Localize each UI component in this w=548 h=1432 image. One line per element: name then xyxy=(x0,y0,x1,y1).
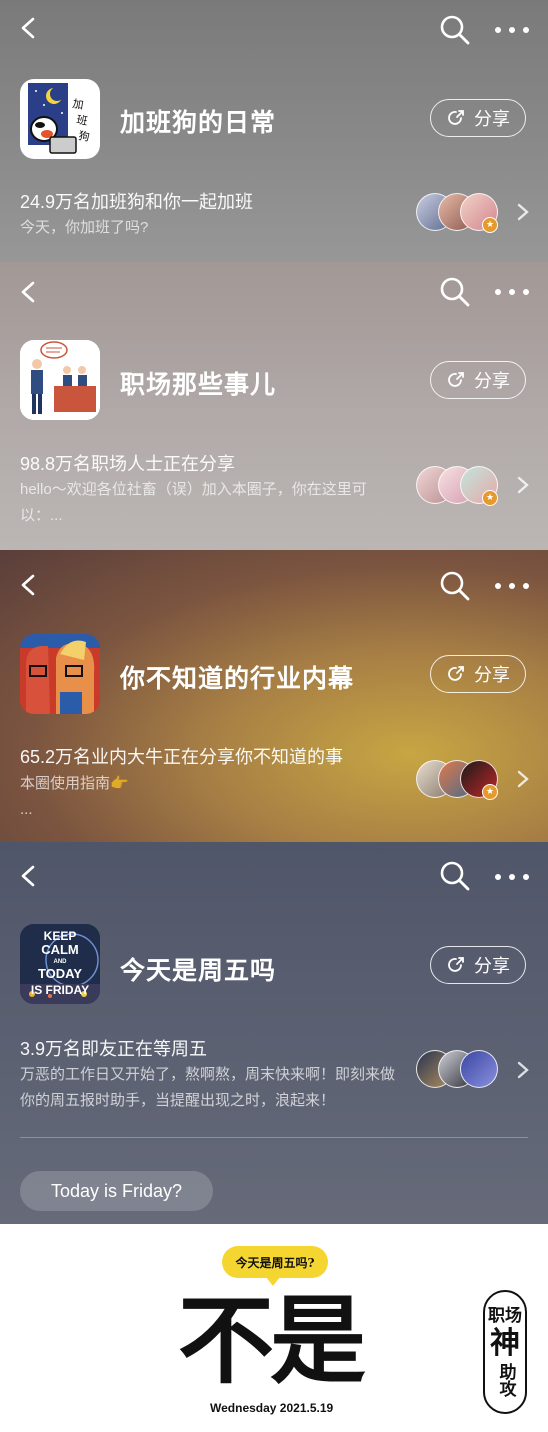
group-header-4: KEEP CALM AND TODAY IS FRIDAY 今天是周五吗 分享 … xyxy=(0,842,548,1224)
group-title: 职场那些事儿 xyxy=(120,371,277,399)
share-button[interactable]: 分享 xyxy=(430,361,526,399)
keep-calm-logo: KEEP CALM AND TODAY IS FRIDAY xyxy=(20,924,100,1004)
member-stat: 24.9万名加班狗和你一起加班 xyxy=(20,192,254,212)
logo-text-today: TODAY xyxy=(38,966,82,981)
share-button[interactable]: 分享 xyxy=(430,655,526,693)
group-header-2: 职场那些事儿 分享 98.8万名职场人士正在分享 hello～欢迎各位社畜（误）… xyxy=(0,262,548,550)
brand-stamp: 职场 神 助攻 xyxy=(483,1290,527,1414)
share-icon xyxy=(448,957,464,972)
avatar xyxy=(460,1050,498,1088)
svg-text:班: 班 xyxy=(75,113,88,128)
stamp-text-1: 职场 xyxy=(488,1305,522,1326)
speech-bubble: 今天是周五吗? xyxy=(222,1246,328,1286)
back-icon[interactable] xyxy=(18,281,40,303)
logo-text-and: AND xyxy=(54,959,68,965)
member-stat: 98.8万名职场人士正在分享 xyxy=(20,454,236,474)
group-description: hello～欢迎各位社畜（误）加入本圈子，你在这里可以：... xyxy=(20,481,367,524)
group-header-1: 加 班 狗 加班狗的日常 分享 24.9万名加班狗和你一起加班 今天，你加班了吗… xyxy=(0,0,548,262)
share-label: 分享 xyxy=(474,109,510,129)
group-title: 你不知道的行业内幕 xyxy=(120,665,355,693)
more-icon[interactable] xyxy=(494,24,530,36)
member-stat: 65.2万名业内大牛正在分享你不知道的事 xyxy=(20,747,344,767)
share-label: 分享 xyxy=(474,371,510,391)
member-avatars[interactable] xyxy=(416,1050,498,1090)
back-icon[interactable] xyxy=(18,865,40,887)
search-icon[interactable] xyxy=(438,13,472,47)
member-avatars[interactable]: ★ xyxy=(416,466,498,506)
group-logo: KEEP CALM AND TODAY IS FRIDAY xyxy=(20,924,100,1004)
share-icon xyxy=(448,372,464,387)
member-avatars[interactable]: ★ xyxy=(416,193,498,233)
stamp-text-2: 神 xyxy=(490,1325,520,1361)
chevron-right-icon[interactable] xyxy=(516,475,530,495)
member-avatars[interactable]: ★ xyxy=(416,760,498,800)
logo-text-keep: KEEP xyxy=(44,929,77,943)
divider xyxy=(20,1137,528,1138)
group-description: 今天，你加班了吗? xyxy=(20,219,149,236)
post-image[interactable]: 今天是周五吗? 不是 Wednesday 2021.5.19 职场 神 助攻 xyxy=(0,1224,548,1432)
back-icon[interactable] xyxy=(18,17,40,39)
logo-text-calm: CALM xyxy=(41,942,79,957)
topic-chip[interactable]: Today is Friday? xyxy=(20,1171,213,1211)
group-logo xyxy=(20,634,100,714)
group-header-3: 你不知道的行业内幕 分享 65.2万名业内大牛正在分享你不知道的事 本圈使用指南… xyxy=(0,550,548,842)
badge-icon: ★ xyxy=(482,217,498,233)
share-button[interactable]: 分享 xyxy=(430,946,526,984)
share-label: 分享 xyxy=(474,665,510,685)
search-icon[interactable] xyxy=(438,569,472,603)
badge-icon: ★ xyxy=(482,784,498,800)
group-logo: 加 班 狗 xyxy=(20,79,100,159)
svg-text:加: 加 xyxy=(71,97,84,112)
search-icon[interactable] xyxy=(438,859,472,893)
more-icon[interactable] xyxy=(494,871,530,883)
group-title: 今天是周五吗 xyxy=(120,957,277,985)
chevron-right-icon[interactable] xyxy=(516,769,530,789)
group-description-more: ... xyxy=(20,801,33,818)
stamp-text-3: 助攻 xyxy=(495,1362,516,1397)
industry-insider-logo xyxy=(20,634,100,714)
chevron-right-icon[interactable] xyxy=(516,1060,530,1080)
answer-text: 不是 xyxy=(178,1284,366,1397)
overtime-dog-logo: 加 班 狗 xyxy=(28,83,91,154)
back-icon[interactable] xyxy=(18,574,40,596)
svg-text:狗: 狗 xyxy=(77,129,90,144)
chevron-right-icon[interactable] xyxy=(516,202,530,222)
group-description: 本圈使用指南👉 xyxy=(20,775,129,792)
workplace-logo xyxy=(20,340,100,420)
share-button[interactable]: 分享 xyxy=(430,99,526,137)
group-description: 万恶的工作日又开始了，熬啊熬，周末快来啊！即刻来做你的周五报时助手，当提醒出现之… xyxy=(20,1066,396,1109)
search-icon[interactable] xyxy=(438,275,472,309)
poster-date: Wednesday 2021.5.19 xyxy=(210,1401,334,1415)
member-stat: 3.9万名即友正在等周五 xyxy=(20,1039,208,1059)
group-title: 加班狗的日常 xyxy=(120,109,277,137)
share-label: 分享 xyxy=(474,956,510,976)
more-icon[interactable] xyxy=(494,286,530,298)
group-logo xyxy=(20,340,100,420)
badge-icon: ★ xyxy=(482,490,498,506)
logo-text-friday: IS FRIDAY xyxy=(31,983,89,997)
more-icon[interactable] xyxy=(494,580,530,592)
share-icon xyxy=(448,110,464,125)
share-icon xyxy=(448,666,464,681)
